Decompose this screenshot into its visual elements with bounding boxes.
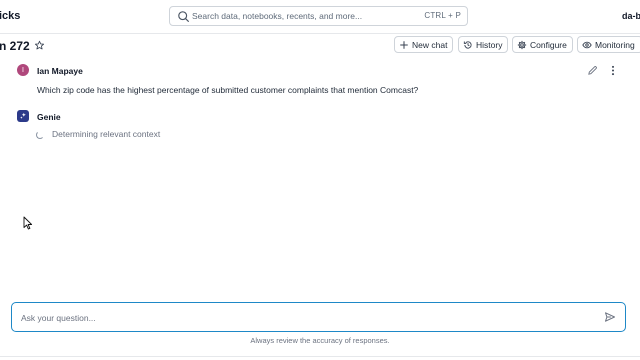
- user-message: Which zip code has the highest percentag…: [37, 85, 419, 95]
- top-bar: icks Search data, notebooks, recents, an…: [0, 0, 640, 34]
- mouse-cursor-icon: [23, 216, 33, 230]
- title-row: n 272 New chat History Configure Monitor…: [0, 34, 640, 58]
- search-icon: [178, 11, 189, 22]
- more-options-icon[interactable]: [608, 65, 618, 76]
- user-name: Ian Mapaye: [37, 66, 83, 76]
- global-search[interactable]: Search data, notebooks, recents, and mor…: [169, 6, 468, 26]
- new-chat-button[interactable]: New chat: [394, 36, 454, 53]
- gear-icon: [517, 40, 527, 49]
- configure-label: Configure: [530, 39, 567, 50]
- plus-icon: [400, 40, 408, 49]
- history-button[interactable]: History: [458, 36, 509, 53]
- app-name[interactable]: icks: [0, 10, 20, 22]
- history-label: History: [476, 39, 503, 50]
- loading-spinner-icon: [36, 131, 44, 139]
- workspace-name[interactable]: da-be: [622, 11, 640, 21]
- genie-avatar: [17, 110, 29, 122]
- question-input[interactable]: [19, 309, 583, 327]
- new-chat-label: New chat: [412, 39, 448, 50]
- pencil-icon[interactable]: [587, 65, 598, 76]
- monitoring-label: Monitoring: [595, 39, 635, 50]
- assistant-status: Determining relevant context: [52, 129, 161, 139]
- history-icon: [463, 40, 472, 49]
- question-composer: [11, 302, 626, 332]
- accuracy-disclaimer: Always review the accuracy of responses.: [250, 336, 390, 345]
- sparkle-icon: [20, 112, 26, 119]
- eye-icon: [582, 41, 592, 48]
- bottom-divider: [0, 356, 640, 357]
- search-placeholder: Search data, notebooks, recents, and mor…: [192, 11, 363, 21]
- assistant-name: Genie: [37, 112, 61, 122]
- monitoring-button[interactable]: Monitoring: [577, 36, 640, 53]
- send-icon[interactable]: [604, 311, 616, 323]
- user-avatar: I: [17, 64, 29, 76]
- page-title: n 272: [0, 39, 30, 53]
- star-icon[interactable]: [34, 40, 45, 51]
- search-shortcut: CTRL + P: [424, 11, 461, 20]
- configure-button[interactable]: Configure: [512, 36, 573, 53]
